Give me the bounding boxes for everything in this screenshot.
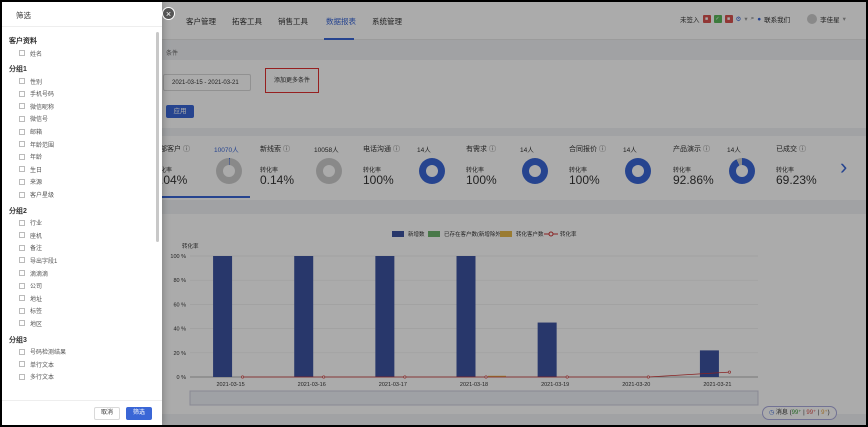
cancel-button[interactable]: 取消 bbox=[94, 407, 120, 420]
filter-button[interactable]: 筛选 bbox=[126, 407, 152, 420]
drawer-checkbox-item[interactable]: 行业 bbox=[19, 218, 42, 227]
checkbox[interactable] bbox=[19, 178, 25, 185]
checkbox[interactable] bbox=[19, 115, 25, 122]
drawer-checkbox-item[interactable]: 来源 bbox=[19, 177, 42, 186]
drawer-checkbox-item[interactable]: 微信号 bbox=[19, 114, 48, 123]
checkbox-label: 来源 bbox=[30, 180, 43, 187]
drawer-body: 客户资料姓名分组1 性别手机号码微信昵称微信号邮箱年龄范围年龄生日来源客户星级分组… bbox=[2, 28, 154, 400]
checkbox-label: 地区 bbox=[30, 321, 43, 328]
checkbox[interactable] bbox=[19, 141, 25, 148]
checkbox-label: 年龄 bbox=[30, 155, 43, 162]
checkbox[interactable] bbox=[19, 103, 25, 110]
drawer-checkbox-item[interactable]: 地址 bbox=[19, 294, 42, 303]
checkbox[interactable] bbox=[19, 78, 25, 85]
checkbox-label: 邮箱 bbox=[30, 130, 43, 136]
drawer-checkbox-item[interactable]: 单行文本 bbox=[19, 360, 54, 369]
checkbox[interactable] bbox=[19, 320, 25, 327]
drawer-checkbox-item[interactable]: 备注 bbox=[19, 243, 42, 252]
drawer-checkbox-item[interactable]: 年龄范围 bbox=[19, 140, 54, 149]
drawer-section-title: 客户资料 bbox=[9, 38, 37, 45]
checkbox-label: 生日 bbox=[30, 167, 43, 174]
checkbox[interactable] bbox=[19, 128, 25, 135]
drawer-checkbox-item[interactable]: 姓名 bbox=[19, 49, 42, 58]
drawer-divider bbox=[2, 26, 162, 27]
checkbox[interactable] bbox=[19, 282, 25, 289]
drawer-section-title: 分组3 bbox=[9, 336, 27, 344]
checkbox-label: 标签 bbox=[30, 309, 43, 316]
drawer-checkbox-item[interactable]: 多行文本 bbox=[19, 372, 54, 381]
checkbox-label: 微信号 bbox=[30, 117, 49, 124]
checkbox-label: 年龄范围 bbox=[30, 142, 55, 149]
checkbox-label: 微信昵称 bbox=[30, 104, 55, 111]
drawer-checkbox-item[interactable]: 地区 bbox=[19, 319, 42, 328]
close-icon[interactable]: × bbox=[162, 7, 175, 20]
drawer-checkbox-item[interactable]: 手机号码 bbox=[19, 89, 54, 98]
checkbox-label: 座机 bbox=[30, 233, 43, 240]
checkbox[interactable] bbox=[19, 90, 25, 97]
drawer-section-title: 分组1 bbox=[9, 66, 27, 74]
checkbox-label: 地址 bbox=[30, 296, 43, 303]
drawer-checkbox-item[interactable]: 滴滴滴 bbox=[19, 269, 48, 278]
checkbox-label: 姓名 bbox=[30, 51, 43, 58]
filter-drawer: 筛选 客户资料姓名分组1 性别手机号码微信昵称微信号邮箱年龄范围年龄生日来源客户星… bbox=[2, 2, 162, 425]
checkbox[interactable] bbox=[19, 348, 25, 355]
drawer-checkbox-item[interactable]: 座机 bbox=[19, 231, 42, 240]
checkbox[interactable] bbox=[19, 244, 25, 251]
checkbox-label: 滴滴滴 bbox=[30, 271, 49, 278]
drawer-checkbox-item[interactable]: 号码检测结果 bbox=[19, 347, 66, 356]
checkbox[interactable] bbox=[19, 153, 25, 160]
drawer-title: 筛选 bbox=[16, 11, 31, 20]
checkbox-label: 公司 bbox=[30, 284, 43, 291]
checkbox[interactable] bbox=[19, 361, 25, 368]
checkbox[interactable] bbox=[19, 270, 25, 276]
checkbox[interactable] bbox=[19, 295, 25, 302]
checkbox[interactable] bbox=[19, 257, 25, 264]
drawer-scrollbar[interactable] bbox=[156, 32, 159, 242]
checkbox[interactable] bbox=[19, 191, 25, 198]
drawer-checkbox-item[interactable]: 标签 bbox=[19, 306, 42, 315]
checkbox-label: 客户星级 bbox=[30, 193, 55, 199]
checkbox-label: 手机号码 bbox=[30, 92, 55, 99]
checkbox[interactable] bbox=[19, 166, 25, 173]
drawer-checkbox-item[interactable]: 导出字段1 bbox=[19, 256, 57, 265]
drawer-checkbox-item[interactable]: 生日 bbox=[19, 165, 42, 174]
checkbox[interactable] bbox=[19, 232, 25, 239]
checkbox-label: 行业 bbox=[30, 221, 43, 228]
drawer-checkbox-item[interactable]: 公司 bbox=[19, 281, 42, 290]
checkbox-label: 多行文本 bbox=[30, 375, 55, 382]
checkbox-label: 单行文本 bbox=[30, 362, 55, 369]
checkbox[interactable] bbox=[19, 307, 25, 314]
checkbox[interactable] bbox=[19, 50, 25, 56]
drawer-checkbox-item[interactable]: 客户星级 bbox=[19, 190, 54, 199]
checkbox[interactable] bbox=[19, 219, 25, 226]
checkbox[interactable] bbox=[19, 373, 25, 380]
checkbox-label: 性别 bbox=[30, 79, 43, 86]
checkbox-label: 号码检测结果 bbox=[30, 350, 67, 356]
drawer-checkbox-item[interactable]: 邮箱 bbox=[19, 127, 42, 136]
drawer-footer-divider bbox=[2, 400, 162, 401]
drawer-checkbox-item[interactable]: 性别 bbox=[19, 77, 42, 86]
drawer-checkbox-item[interactable]: 年龄 bbox=[19, 152, 42, 161]
checkbox-label: 导出字段1 bbox=[30, 258, 58, 265]
screen: 客户管理 拓客工具 销售工具 数据报表 系统管理 未签入 ■ ✓ ■ ⚙ ▾ ⌕… bbox=[2, 2, 866, 425]
checkbox-label: 备注 bbox=[30, 246, 43, 253]
drawer-checkbox-item[interactable]: 微信昵称 bbox=[19, 102, 54, 111]
drawer-section-title: 分组2 bbox=[9, 207, 27, 215]
